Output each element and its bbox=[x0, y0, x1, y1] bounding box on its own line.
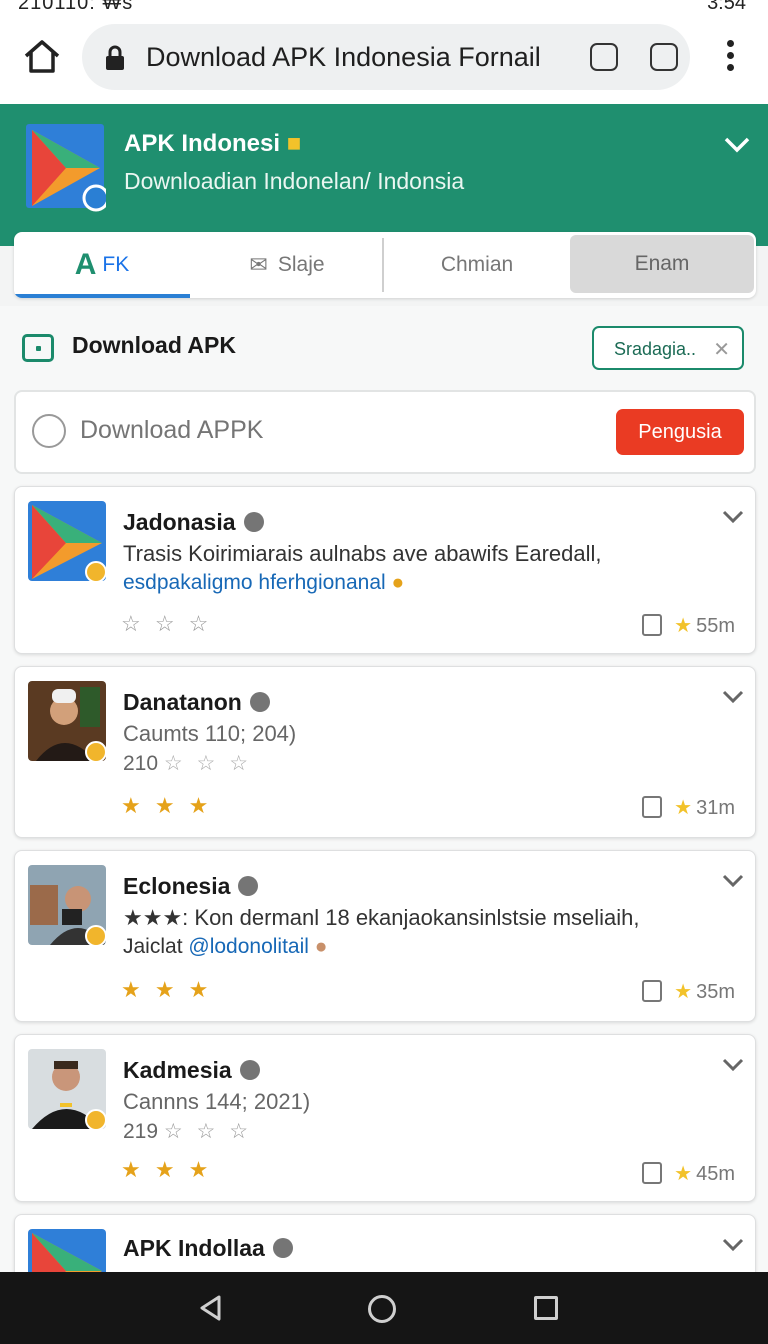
card-text-line-2: 210 ☆ ☆ ☆ bbox=[123, 752, 253, 775]
app-subtitle: Downloadian Indonelan/ Indonsia bbox=[124, 168, 465, 194]
address-bar[interactable]: Download APK Indonesia Fornail bbox=[82, 24, 690, 90]
tab-fk-label: FK bbox=[102, 253, 130, 276]
star-icon: ★ bbox=[674, 615, 693, 637]
card-text-line-2: Jaiclat @lodonolitail ● bbox=[123, 935, 328, 958]
rating-stars: ★ ★ ★ bbox=[121, 1157, 213, 1182]
card-text-line-2: 219 ☆ ☆ ☆ bbox=[123, 1120, 253, 1143]
tab-divider bbox=[382, 238, 384, 292]
list-item[interactable]: Jadonasia Trasis Koirimiarais aulnabs av… bbox=[14, 486, 756, 654]
chevron-down-icon[interactable] bbox=[721, 689, 745, 705]
search-button[interactable]: Pengusia bbox=[616, 409, 744, 455]
tab-bar: A FK ✉ Slaјe Chmian Enam bbox=[14, 232, 756, 298]
chevron-down-icon[interactable] bbox=[721, 1057, 745, 1073]
tab-chmian[interactable]: Chmian bbox=[386, 232, 568, 298]
thumb-icon[interactable] bbox=[642, 614, 663, 636]
verified-icon bbox=[272, 1238, 293, 1258]
star-icon: ★ bbox=[674, 981, 693, 1003]
card-title: Jadonasia bbox=[123, 509, 264, 536]
home-nav-icon[interactable] bbox=[368, 1295, 396, 1323]
list-item[interactable]: Danatanon Caumts 110; 204) 210 ☆ ☆ ☆ ★ ★… bbox=[14, 666, 756, 838]
rating-stars: ☆ ☆ ☆ bbox=[121, 611, 213, 636]
star-icon: ★ bbox=[674, 1163, 693, 1185]
card-title: Eclonesia bbox=[123, 873, 259, 900]
card-text-line-1: Trasis Koirimiarais aulnabs ave abawifs … bbox=[123, 541, 602, 566]
verified-icon bbox=[243, 512, 264, 532]
verified-icon bbox=[239, 1060, 260, 1080]
url-text[interactable]: Download APK Indonesia Fornail bbox=[146, 42, 541, 73]
rating-stars: ★ ★ ★ bbox=[121, 793, 213, 818]
tab-enam-label: Enam bbox=[634, 252, 690, 275]
filter-chip-label: Sradagia.. bbox=[614, 339, 697, 359]
tab-enam[interactable]: Enam bbox=[570, 235, 754, 293]
card-title: APK Indollaa bbox=[123, 1235, 293, 1262]
card-title: Danatanon bbox=[123, 689, 270, 716]
verified-badge-icon bbox=[85, 741, 107, 763]
card-meta: ★ 45m bbox=[642, 1161, 735, 1186]
home-icon[interactable] bbox=[22, 38, 62, 74]
card-text-line-2: esdpakaligmo hferhgionanal ● bbox=[123, 571, 405, 594]
app-title: APK Indonesi ■ bbox=[124, 130, 302, 157]
card-meta: ★ 35m bbox=[642, 979, 735, 1004]
app-logo bbox=[26, 124, 106, 212]
card-meta: ★ 31m bbox=[642, 795, 735, 820]
back-icon[interactable] bbox=[198, 1294, 222, 1322]
tab-slaje[interactable]: ✉ Slaјe bbox=[192, 232, 382, 298]
card-title: Kadmesia bbox=[123, 1057, 260, 1084]
mail-icon: ✉ bbox=[249, 252, 268, 277]
share-icon[interactable] bbox=[590, 43, 618, 71]
logo-a-icon: A bbox=[74, 248, 97, 281]
chevron-down-icon[interactable] bbox=[722, 134, 752, 154]
verified-icon bbox=[238, 876, 259, 896]
tab-fk[interactable]: A FK bbox=[14, 232, 190, 298]
recents-icon[interactable] bbox=[534, 1296, 558, 1320]
star-icon: ★ bbox=[674, 797, 693, 819]
card-meta: ★ 55m bbox=[642, 613, 735, 638]
download-box-icon bbox=[22, 334, 54, 362]
chevron-down-icon[interactable] bbox=[721, 509, 745, 525]
card-text-line-1: Cannns 144; 2021) bbox=[123, 1089, 311, 1114]
verified-badge-icon bbox=[85, 1109, 107, 1131]
card-text-line-1: ★★★: Kon dermanl 18 ekanjaokansinlstsie … bbox=[123, 905, 640, 930]
thumb-icon[interactable] bbox=[642, 1162, 663, 1184]
rating-stars: ★ ★ ★ bbox=[121, 977, 213, 1002]
more-icon[interactable] bbox=[720, 40, 740, 74]
status-left-text: 210110: ₩s bbox=[18, 0, 133, 10]
search-box: Pengusia bbox=[14, 390, 756, 474]
verified-icon bbox=[249, 692, 270, 712]
browser-toolbar: Download APK Indonesia Fornail bbox=[0, 10, 768, 104]
thumb-icon[interactable] bbox=[642, 980, 663, 1002]
tab-slaje-label: Slaјe bbox=[277, 253, 325, 276]
system-nav-bar bbox=[0, 1272, 768, 1344]
list-item[interactable]: Eclonesia ★★★: Kon dermanl 18 ekanjaokan… bbox=[14, 850, 756, 1022]
search-input[interactable] bbox=[80, 416, 480, 445]
filter-chip[interactable]: Sradagia.. ✕ bbox=[592, 326, 744, 370]
section-title: Download APK bbox=[72, 332, 236, 358]
download-icon[interactable] bbox=[650, 43, 678, 71]
thumb-icon[interactable] bbox=[642, 796, 663, 818]
list-item[interactable]: Kadmesia Cannns 144; 2021) 219 ☆ ☆ ☆ ★ ★… bbox=[14, 1034, 756, 1202]
chat-icon bbox=[32, 414, 66, 448]
chevron-down-icon[interactable] bbox=[721, 873, 745, 889]
lock-icon bbox=[106, 45, 124, 70]
verified-badge-icon bbox=[85, 561, 107, 583]
chevron-down-icon[interactable] bbox=[721, 1237, 745, 1253]
verified-badge-icon bbox=[85, 925, 107, 947]
tab-chmian-label: Chmian bbox=[440, 253, 514, 276]
status-bar: 210110: ₩s 3:54 bbox=[0, 0, 768, 10]
close-icon[interactable]: ✕ bbox=[713, 337, 730, 362]
card-text-line-1: Caumts 110; 204) bbox=[123, 721, 297, 746]
app-header: APK Indonesi ■ Downloadian Indonelan/ In… bbox=[0, 104, 768, 246]
status-time: 3:54 bbox=[707, 0, 746, 10]
